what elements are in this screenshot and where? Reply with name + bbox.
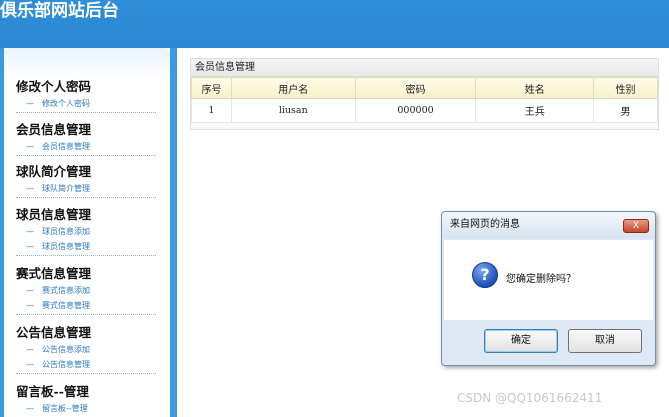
dialog-message: 您确定删除吗？: [506, 274, 576, 285]
menu-link-label: 赛式信息添加: [42, 286, 90, 295]
menu-divider: [16, 255, 156, 256]
menu-link-label: 会员信息管理: [42, 142, 90, 151]
dialog-body: ? 您确定删除吗？: [444, 240, 653, 320]
menu-head-password[interactable]: 修改个人密码: [16, 78, 161, 96]
menu-link-member-manage[interactable]: — 会员信息管理: [16, 139, 161, 154]
menu-link-label: 修改个人密码: [42, 99, 90, 108]
menu-head-players[interactable]: 球员信息管理: [16, 206, 161, 224]
menu-group-members: 会员信息管理 — 会员信息管理: [16, 121, 161, 156]
menu-link-player-manage[interactable]: — 球员信息管理: [16, 239, 161, 254]
menu-link-change-password[interactable]: — 修改个人密码: [16, 96, 161, 111]
column-header: 性别: [593, 77, 658, 99]
menu-link-team-manage[interactable]: — 球队简介管理: [16, 181, 161, 196]
column-header: 姓名: [475, 77, 595, 99]
menu-divider: [16, 155, 156, 156]
menu-group-notices: 公告信息管理 — 公告信息添加 — 公告信息管理: [16, 324, 161, 374]
menu-divider: [16, 112, 156, 113]
menu-group-team: 球队简介管理 — 球队简介管理: [16, 163, 161, 198]
menu-group-players: 球员信息管理 — 球员信息添加 — 球员信息管理: [16, 206, 161, 256]
cell-gender: 男: [593, 98, 658, 123]
cell-password: 000000: [354, 98, 477, 123]
column-header: 密码: [354, 77, 477, 99]
menu-divider: [16, 314, 156, 315]
menu-group-matches: 赛式信息管理 — 赛式信息添加 — 赛式信息管理: [16, 265, 161, 315]
menu-link-match-add[interactable]: — 赛式信息添加: [16, 283, 161, 298]
site-title: 俱乐部网站后台: [0, 1, 119, 21]
menu-head-matches[interactable]: 赛式信息管理: [16, 265, 161, 283]
close-icon[interactable]: X: [623, 219, 649, 233]
cell-username: liusan: [230, 98, 356, 123]
menu-link-label: 球员信息管理: [42, 242, 90, 251]
panel-title: 会员信息管理: [191, 59, 658, 77]
menu-link-label: 公告信息管理: [42, 360, 90, 369]
cell-index: 1: [191, 98, 232, 123]
dialog-title: 来自网页的消息: [450, 219, 520, 230]
menu-head-guestbook[interactable]: 留言板--管理: [16, 383, 161, 401]
menu-head-notices[interactable]: 公告信息管理: [16, 324, 161, 342]
menu-head-team[interactable]: 球队简介管理: [16, 163, 161, 181]
menu-group-guestbook: 留言板--管理 — 留言板--管理: [16, 383, 161, 416]
sidebar-inner: 修改个人密码 — 修改个人密码 会员信息管理 — 会员信息管理 球队简介管理 — 球队…: [4, 48, 170, 417]
table-header-row: 序号 用户名 密码 姓名 性别: [191, 77, 658, 99]
menu-link-label: 公告信息添加: [42, 345, 90, 354]
menu-link-guestbook-manage[interactable]: — 留言板--管理: [16, 401, 161, 416]
menu-link-label: 留言板--管理: [42, 404, 88, 413]
menu-head-members[interactable]: 会员信息管理: [16, 121, 161, 139]
menu-divider: [16, 373, 156, 374]
ok-button[interactable]: 确定: [484, 329, 558, 353]
cell-name: 王兵: [475, 98, 595, 123]
menu-link-label: 赛式信息管理: [42, 301, 90, 310]
dialog-footer: 确定 取消: [444, 322, 653, 364]
header-bar: 俱乐部网站后台: [0, 0, 669, 48]
menu-link-player-add[interactable]: — 球员信息添加: [16, 224, 161, 239]
question-icon: ?: [472, 262, 498, 288]
menu-link-notice-add[interactable]: — 公告信息添加: [16, 342, 161, 357]
menu-link-label: 球队简介管理: [42, 184, 90, 193]
menu-divider: [16, 197, 156, 198]
table-row[interactable]: 1 liusan 000000 王兵 男: [191, 98, 658, 123]
confirm-dialog: 来自网页的消息 X ? 您确定删除吗？ 确定 取消: [441, 211, 656, 366]
menu-link-label: 球员信息添加: [42, 227, 90, 236]
column-header: 用户名: [230, 77, 356, 99]
sidebar: 修改个人密码 — 修改个人密码 会员信息管理 — 会员信息管理 球队简介管理 — 球队…: [0, 48, 177, 417]
cancel-button[interactable]: 取消: [568, 329, 642, 353]
member-table: 序号 用户名 密码 姓名 性别 1 liusan 000000 王兵 男: [191, 77, 658, 123]
watermark: CSDN @QQ1061662411: [457, 391, 603, 405]
menu-group-password: 修改个人密码 — 修改个人密码: [16, 78, 161, 113]
column-header: 序号: [191, 77, 232, 99]
menu-link-match-manage[interactable]: — 赛式信息管理: [16, 298, 161, 313]
menu-link-notice-manage[interactable]: — 公告信息管理: [16, 357, 161, 372]
member-panel: 会员信息管理 序号 用户名 密码 姓名 性别 1 liusan 000000 王…: [190, 58, 659, 130]
